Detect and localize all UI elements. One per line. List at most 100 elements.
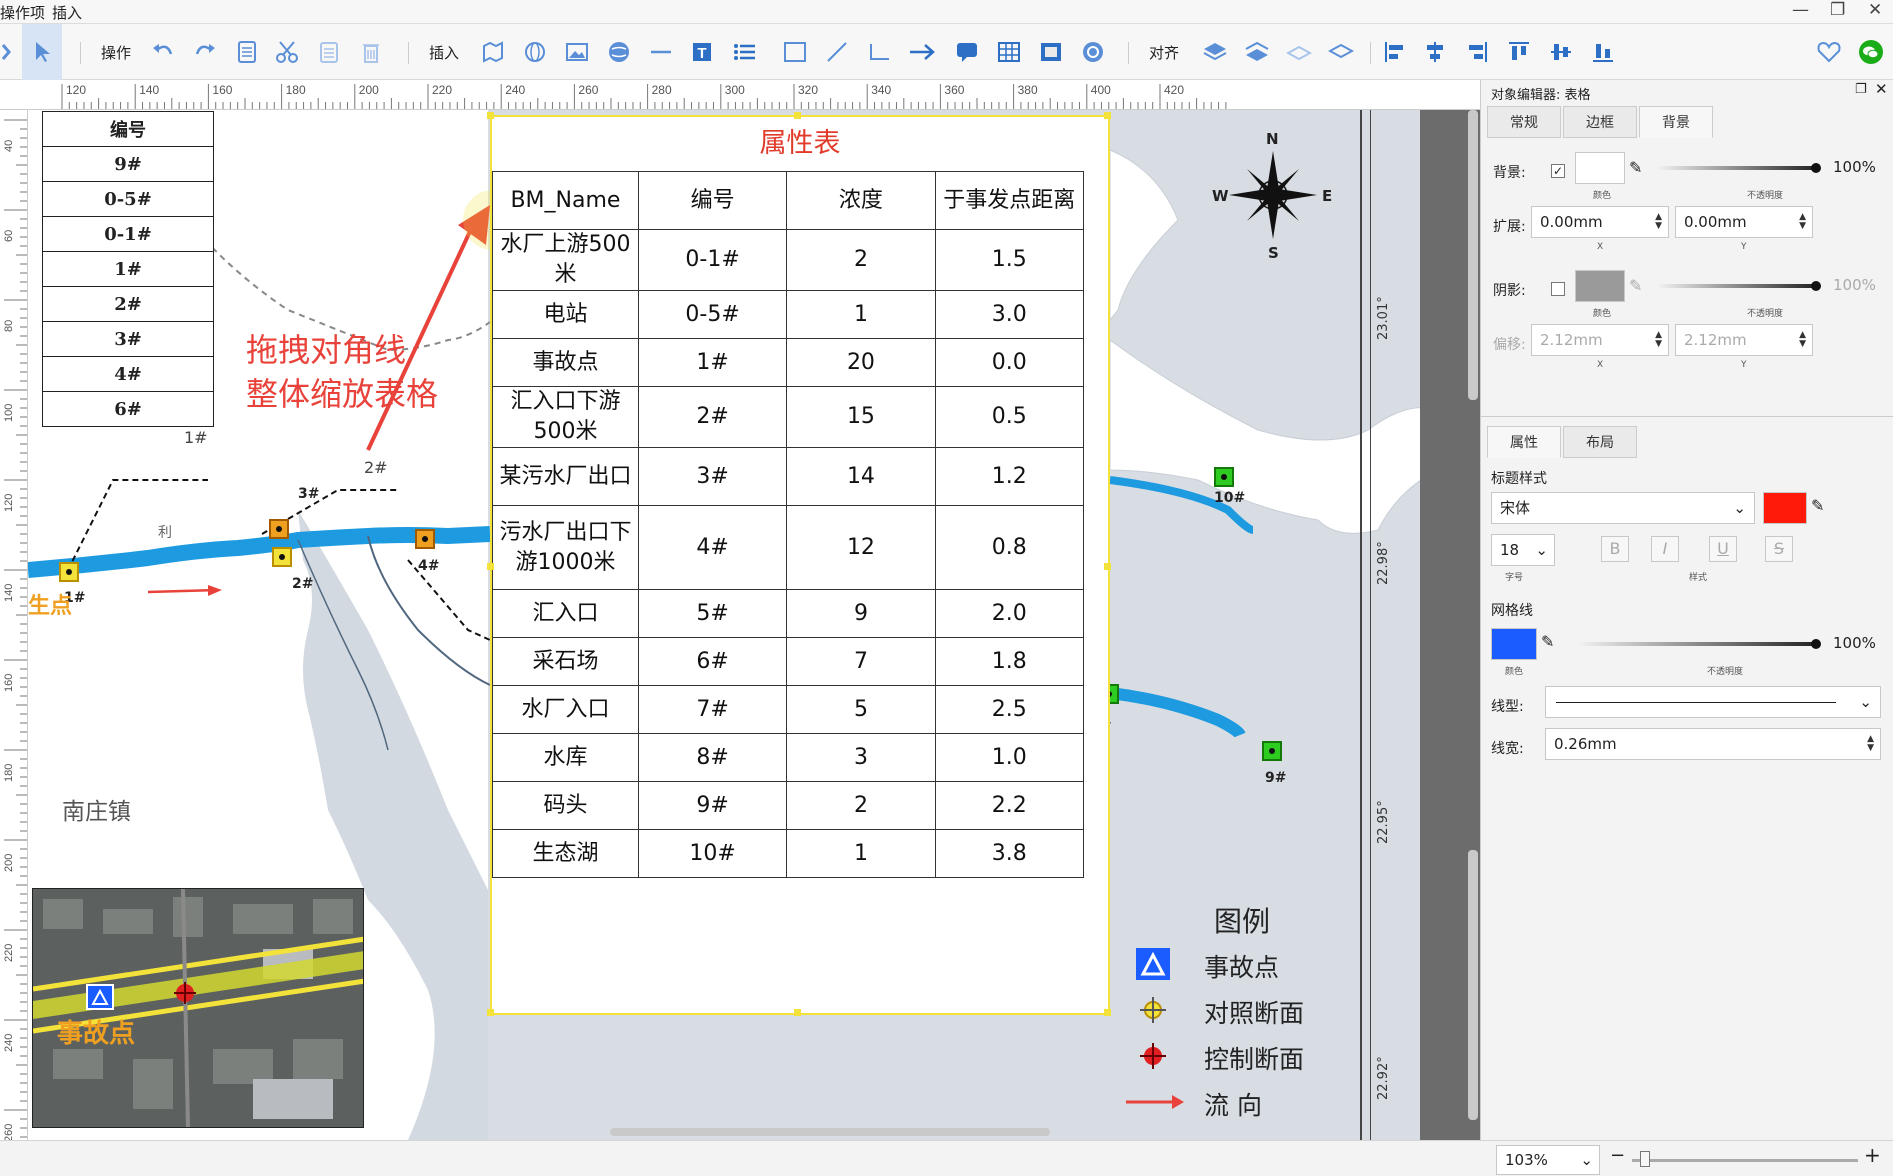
attribute-table[interactable]: BM_Name 编号 浓度 于事发点距离 水厂上游500米 0-1# 2 1.5 电站 0-5#… — [492, 171, 1085, 878]
attribute-table-cell[interactable]: 1 — [786, 290, 936, 339]
point-10-marker[interactable] — [1214, 467, 1234, 487]
attribute-table-frame[interactable]: 属性表 BM_Name 编号 浓度 于事发点距离 水厂上游500米 0-1# 2 1.5 电站… — [487, 112, 1111, 1016]
attribute-table-cell[interactable]: 1# — [637, 338, 788, 387]
code-table-row[interactable]: 3# — [42, 321, 214, 357]
zoom-dropdown[interactable]: 103% ⌄ — [1496, 1145, 1600, 1175]
globe-icon[interactable] — [520, 24, 550, 80]
favorite-icon[interactable] — [1814, 24, 1844, 80]
background-eyedropper-icon[interactable]: ✎ — [1629, 158, 1642, 177]
horizontal-scrollbar[interactable] — [610, 1128, 1050, 1136]
point-4-marker[interactable] — [415, 529, 435, 549]
attribute-table-header[interactable]: 编号 — [637, 171, 788, 230]
title-color-swatch[interactable] — [1763, 492, 1807, 524]
select-tool-icon[interactable] — [22, 24, 62, 80]
grid-opacity-slider[interactable] — [1577, 642, 1817, 646]
attribute-table-cell[interactable]: 0.8 — [934, 505, 1085, 590]
code-table-row[interactable]: 0-5# — [42, 181, 214, 217]
shadow-checkbox[interactable] — [1551, 282, 1565, 296]
background-opacity-slider[interactable] — [1657, 166, 1817, 170]
attribute-table-cell[interactable]: 9 — [786, 589, 936, 638]
title-eyedropper-icon[interactable]: ✎ — [1811, 496, 1824, 515]
resize-handle-bottom-left[interactable] — [487, 1009, 494, 1016]
vertical-scrollbar[interactable] — [1468, 110, 1478, 400]
point-9-marker[interactable] — [1262, 741, 1282, 761]
attribute-table-row[interactable]: 污水厂出口下游1000米 4# 12 0.8 — [492, 505, 1085, 590]
italic-button[interactable]: I — [1651, 536, 1679, 562]
attribute-table-row[interactable]: 生态湖 10# 1 3.8 — [492, 829, 1085, 878]
polyline-icon[interactable] — [822, 24, 852, 80]
resize-handle-top-right[interactable] — [1104, 112, 1111, 119]
attribute-table-cell[interactable]: 7# — [637, 685, 788, 734]
attribute-table-cell[interactable]: 3.0 — [934, 290, 1085, 339]
arrow-icon[interactable] — [906, 24, 940, 80]
attribute-table-cell[interactable]: 1.5 — [934, 229, 1085, 291]
align-left-icon[interactable] — [1380, 24, 1410, 80]
attribute-table-row[interactable]: 电站 0-5# 1 3.0 — [492, 290, 1085, 339]
restore-icon[interactable]: ❐ — [1830, 0, 1845, 20]
map-canvas[interactable]: N S E W 1# 2# 3# 2# 4# 8# 9# 10# 1# 生点 利… — [28, 110, 1480, 1140]
shadow-opacity-knob[interactable] — [1811, 281, 1821, 291]
paste-icon[interactable] — [314, 24, 344, 80]
code-table-row[interactable]: 0-1# — [42, 216, 214, 252]
layer-up-icon[interactable] — [1200, 24, 1230, 80]
web-icon[interactable] — [1078, 24, 1108, 80]
attribute-table-cell[interactable]: 8# — [637, 733, 788, 782]
point-2-marker[interactable] — [272, 547, 292, 567]
attribute-table-cell[interactable]: 污水厂出口下游1000米 — [492, 505, 639, 590]
attribute-table-header[interactable]: BM_Name — [492, 171, 639, 230]
close-icon[interactable]: ✕ — [1868, 0, 1882, 20]
list-icon[interactable] — [730, 24, 760, 80]
tab-layout[interactable]: 布局 — [1563, 426, 1637, 458]
world-icon[interactable] — [604, 24, 634, 80]
align-button[interactable]: 对齐 — [1142, 24, 1186, 80]
attribute-table-cell[interactable]: 某污水厂出口 — [492, 447, 639, 506]
resize-handle-top[interactable] — [794, 112, 801, 119]
attribute-table-row[interactable]: 水库 8# 3 1.0 — [492, 733, 1085, 782]
menu-insert[interactable]: 插入 — [52, 2, 82, 23]
bold-button[interactable]: B — [1601, 536, 1629, 562]
code-table-row[interactable]: 4# — [42, 356, 214, 392]
zoom-out-icon[interactable]: − — [1610, 1145, 1625, 1166]
resize-handle-right[interactable] — [1104, 563, 1111, 570]
expand-y-field[interactable]: 0.00mm ▲ ▼ — [1675, 206, 1813, 238]
attribute-table-cell[interactable]: 1.8 — [934, 637, 1085, 686]
operate-button[interactable]: 操作 — [94, 24, 138, 80]
attribute-table-cell[interactable]: 事故点 — [492, 338, 639, 387]
attribute-table-cell[interactable]: 水厂上游500米 — [492, 229, 639, 291]
shadow-opacity-slider[interactable] — [1657, 284, 1817, 288]
map-icon[interactable] — [478, 24, 508, 80]
attribute-table-cell[interactable]: 2.5 — [934, 685, 1085, 734]
grid-eyedropper-icon[interactable]: ✎ — [1541, 632, 1554, 651]
attribute-table-cell[interactable]: 电站 — [492, 290, 639, 339]
attribute-table-cell[interactable]: 10# — [637, 829, 788, 878]
code-table-cell[interactable]: 编号 — [42, 111, 214, 147]
layer-down-icon[interactable] — [1242, 24, 1272, 80]
background-color-swatch[interactable] — [1575, 152, 1625, 184]
attribute-table-cell[interactable]: 2.2 — [934, 781, 1085, 830]
attribute-table-cell[interactable]: 水库 — [492, 733, 639, 782]
attribute-table-cell[interactable]: 9# — [637, 781, 788, 830]
attribute-table-cell[interactable]: 5 — [786, 685, 936, 734]
zoom-slider[interactable] — [1632, 1159, 1858, 1162]
tab-background[interactable]: 背景 — [1639, 106, 1713, 138]
attribute-table-cell[interactable]: 0.5 — [934, 386, 1085, 448]
minimize-icon[interactable]: — — [1792, 0, 1809, 20]
tab-general[interactable]: 常规 — [1487, 106, 1561, 138]
attribute-table-row[interactable]: 码头 9# 2 2.2 — [492, 781, 1085, 830]
wechat-icon[interactable] — [1856, 24, 1886, 80]
shadow-eyedropper-icon[interactable]: ✎ — [1629, 276, 1642, 295]
undo-icon[interactable] — [148, 24, 178, 80]
attribute-table-cell[interactable]: 汇入口下游500米 — [492, 386, 639, 448]
offset-y-field[interactable]: 2.12mm ▲ ▼ — [1675, 324, 1813, 356]
code-table-row[interactable]: 2# — [42, 286, 214, 322]
attribute-table-row[interactable]: 汇入口下游500米 2# 15 0.5 — [492, 386, 1085, 448]
shadow-color-swatch[interactable] — [1575, 270, 1625, 302]
code-table-row[interactable]: 9# — [42, 146, 214, 182]
rectangle-icon[interactable] — [780, 24, 810, 80]
attribute-table-cell[interactable]: 0-1# — [637, 229, 788, 291]
code-table-cell[interactable]: 3# — [42, 321, 214, 357]
point-1-marker[interactable] — [59, 562, 79, 582]
code-table-row[interactable]: 1# — [42, 251, 214, 287]
zoom-slider-knob[interactable] — [1640, 1151, 1650, 1167]
attribute-table-row[interactable]: 采石场 6# 7 1.8 — [492, 637, 1085, 686]
